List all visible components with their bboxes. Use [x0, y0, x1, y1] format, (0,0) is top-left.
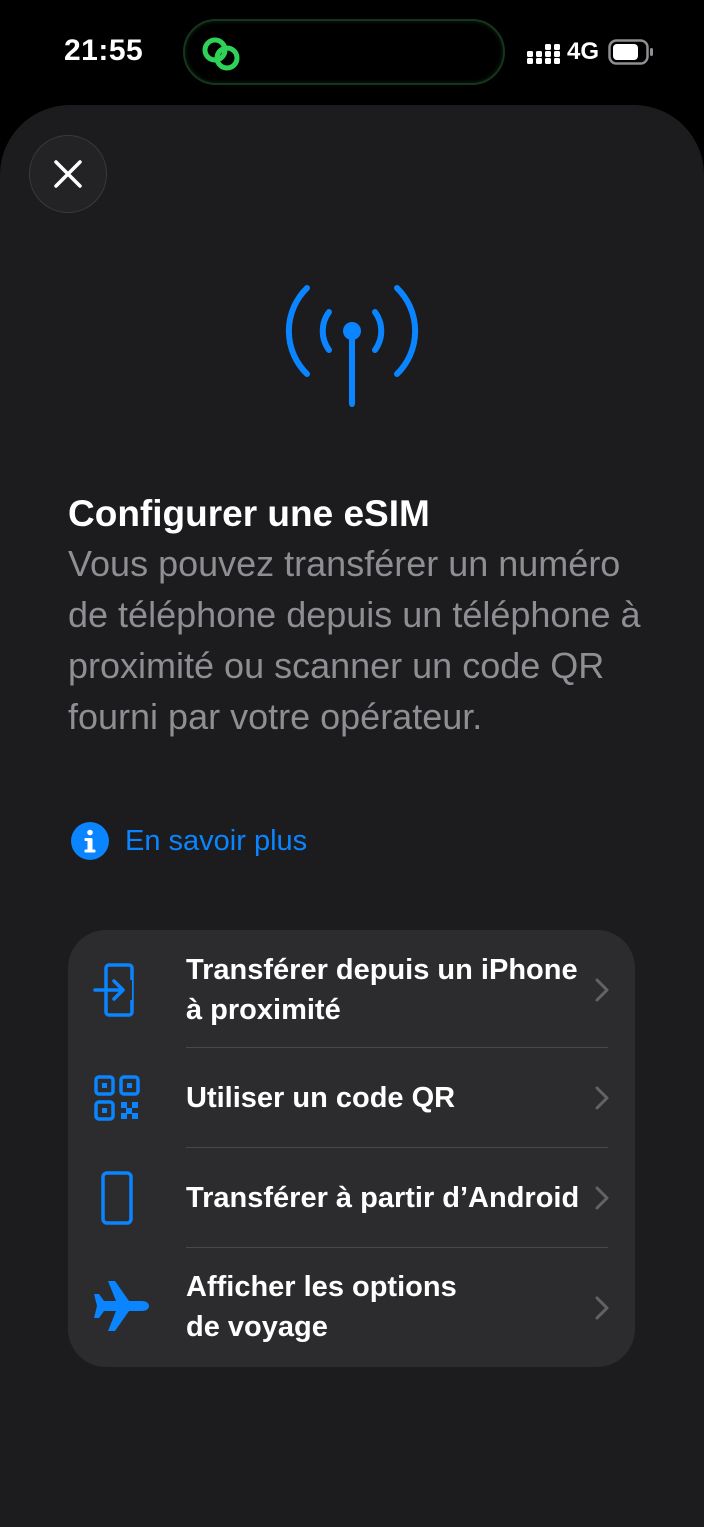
option-label: de voyage: [186, 1311, 328, 1343]
page-description: Vous pouvez transférer un numéro de télé…: [68, 543, 641, 737]
learn-more-link[interactable]: En savoir plus: [70, 820, 307, 862]
phone-icon: [101, 1171, 133, 1225]
option-label: Transférer depuis un iPhone: [186, 954, 578, 986]
link-activity-icon: [202, 37, 240, 71]
option-label: Transférer à partir d’Android: [186, 1182, 580, 1214]
transfer-in-icon: [93, 963, 134, 1017]
esim-options-list: Transférer depuis un iPhone à proximité …: [68, 930, 635, 1367]
antenna-signal-icon: [285, 285, 419, 407]
option-label: Utiliser un code QR: [186, 1082, 456, 1114]
close-button[interactable]: [29, 135, 107, 213]
network-type: 4G: [567, 38, 600, 65]
page-title: Configurer une eSIM: [68, 493, 430, 534]
option-label: Afficher les options: [186, 1271, 457, 1303]
transfer-from-android-row[interactable]: Transférer à partir d’Android: [68, 1148, 635, 1248]
transfer-from-iphone-row[interactable]: Transférer depuis un iPhone à proximité: [68, 930, 635, 1048]
status-time: 21:55: [64, 34, 144, 67]
learn-more-label: En savoir plus: [125, 824, 308, 857]
dynamic-island[interactable]: [183, 19, 505, 85]
status-bar: 21:55 4G: [0, 0, 704, 105]
airplane-icon: [94, 1281, 149, 1331]
cellular-signal-icon: [527, 44, 560, 64]
chevron-right-icon: [595, 978, 609, 1002]
qr-code-icon: [94, 1075, 140, 1121]
chevron-right-icon: [595, 1186, 609, 1210]
close-icon: [54, 160, 82, 188]
use-qr-code-row[interactable]: Utiliser un code QR: [68, 1048, 635, 1148]
info-icon: [71, 822, 109, 860]
option-label: à proximité: [186, 994, 341, 1026]
chevron-right-icon: [595, 1296, 609, 1320]
battery-icon: [608, 39, 653, 65]
travel-options-row[interactable]: Afficher les options de voyage: [68, 1248, 635, 1367]
chevron-right-icon: [595, 1086, 609, 1110]
